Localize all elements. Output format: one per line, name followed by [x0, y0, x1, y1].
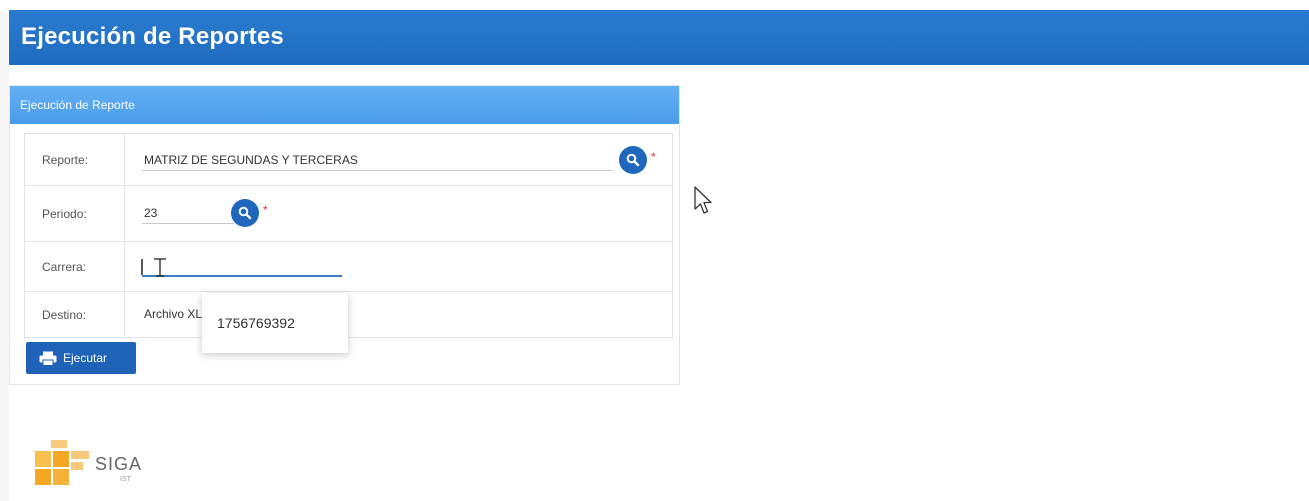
periodo-search-button[interactable]: [231, 199, 259, 227]
top-strip: [0, 0, 1309, 10]
periodo-label: Periodo:: [25, 186, 125, 241]
report-form: Reporte: MATRIZ DE SEGUNDAS Y TERCERAS *…: [24, 133, 673, 338]
periodo-field[interactable]: 23: [142, 202, 234, 224]
mouse-cursor-icon: [694, 186, 712, 214]
reporte-search-button[interactable]: [619, 146, 647, 174]
search-icon: [626, 153, 640, 167]
row-destino: Destino: Archivo XL: [25, 292, 672, 338]
row-periodo: Periodo: 23 *: [25, 186, 672, 242]
siga-logo-icon: [35, 440, 89, 485]
destino-label: Destino:: [25, 292, 125, 338]
logo-subtext: IST: [120, 476, 131, 483]
page-header: Ejecución de Reportes: [9, 10, 1309, 65]
panel-title: Ejecución de Reporte: [10, 86, 679, 124]
execute-label: Ejecutar: [63, 351, 108, 365]
row-carrera: Carrera:: [25, 242, 672, 292]
row-reporte: Reporte: MATRIZ DE SEGUNDAS Y TERCERAS *: [25, 134, 672, 186]
search-icon: [238, 206, 252, 220]
print-icon: [39, 351, 57, 366]
reporte-field[interactable]: MATRIZ DE SEGUNDAS Y TERCERAS: [142, 149, 612, 171]
page-title: Ejecución de Reportes: [21, 23, 284, 50]
reporte-label: Reporte:: [25, 134, 125, 185]
logo-text: SIGA: [95, 454, 143, 474]
execute-button[interactable]: Ejecutar: [26, 342, 136, 374]
periodo-required-mark: *: [263, 203, 268, 217]
carrera-label: Carrera:: [25, 242, 125, 291]
left-border: [0, 10, 9, 501]
reporte-required-mark: *: [651, 150, 656, 164]
text-cursor-icon: [141, 258, 166, 277]
autocomplete-option[interactable]: 1756769392: [202, 293, 348, 353]
